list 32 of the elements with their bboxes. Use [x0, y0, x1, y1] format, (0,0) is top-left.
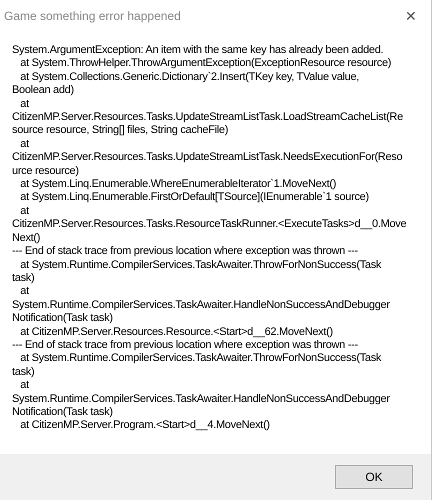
- error-message-line: at System.Runtime.CompilerServices.TaskAwaiter.ThrowForNonSuccess(Task: [19, 258, 382, 272]
- error-message-line: --- End of stack trace from previous location where exception was thrown ---: [12, 245, 358, 258]
- error-message-line: at System.Linq.Enumerable.WhereEnumerableIterator`1.MoveNext(): [19, 178, 336, 192]
- error-message-line: System.Runtime.CompilerServices.TaskAwaiter.HandleNonSuccessAndDebugger: [12, 392, 390, 406]
- error-message-line: System.Runtime.CompilerServices.TaskAwaiter.HandleNonSuccessAndDebugger: [12, 298, 390, 312]
- error-message-line: Notification(Task task): [12, 406, 113, 420]
- close-button[interactable]: ✕: [399, 4, 423, 28]
- error-message-line: at: [19, 379, 29, 393]
- error-message-line: at: [19, 138, 29, 152]
- error-message-line: Next(): [12, 232, 40, 246]
- error-message-line: urce resource): [12, 164, 79, 178]
- error-message-line: at: [19, 98, 29, 112]
- error-message-line: task): [12, 366, 34, 380]
- ok-button[interactable]: OK: [335, 465, 413, 489]
- error-message-line: at CitizenMP.Server.Resources.Resource.<Start>d__62.MoveNext(): [19, 326, 333, 339]
- error-message-line: at System.Runtime.CompilerServices.TaskAwaiter.ThrowForNonSuccess(Task: [19, 352, 382, 366]
- error-message-line: Boolean add): [12, 84, 74, 98]
- error-message-line: CitizenMP.Server.Resources.Tasks.ResourceTaskRunner.<ExecuteTasks>d__0.Move: [12, 218, 406, 232]
- error-message-line: at System.Linq.Enumerable.FirstOrDefault[TSource](IEnumerable`1 source): [19, 191, 369, 205]
- error-message-line: Notification(Task task): [12, 312, 113, 326]
- error-message-line: --- End of stack trace from previous location where exception was thrown ---: [12, 338, 358, 352]
- error-message-line: at CitizenMP.Server.Program.<Start>d__4.MoveNext(): [19, 419, 270, 433]
- error-message-line: at System.ThrowHelper.ThrowArgumentException(ExceptionResource resource): [19, 57, 392, 71]
- error-message-line: source resource, String[] files, String cacheFile): [12, 124, 228, 138]
- error-message-line: System.ArgumentException: An item with the same key has already been added.: [12, 44, 384, 58]
- error-message-line: CitizenMP.Server.Resources.Tasks.UpdateStreamListTask.NeedsExecutionFor(Reso: [12, 151, 402, 165]
- error-message-line: at: [19, 285, 29, 299]
- error-message-line: at System.Collections.Generic.Dictionary`2.Insert(TKey key, TValue value,: [19, 70, 360, 84]
- window-title: Game something error happened: [4, 8, 181, 25]
- error-message-line: task): [12, 272, 34, 286]
- error-message-line: at: [19, 204, 29, 218]
- error-message-line: CitizenMP.Server.Resources.Tasks.UpdateStreamListTask.LoadStreamCacheList(Re: [12, 111, 403, 124]
